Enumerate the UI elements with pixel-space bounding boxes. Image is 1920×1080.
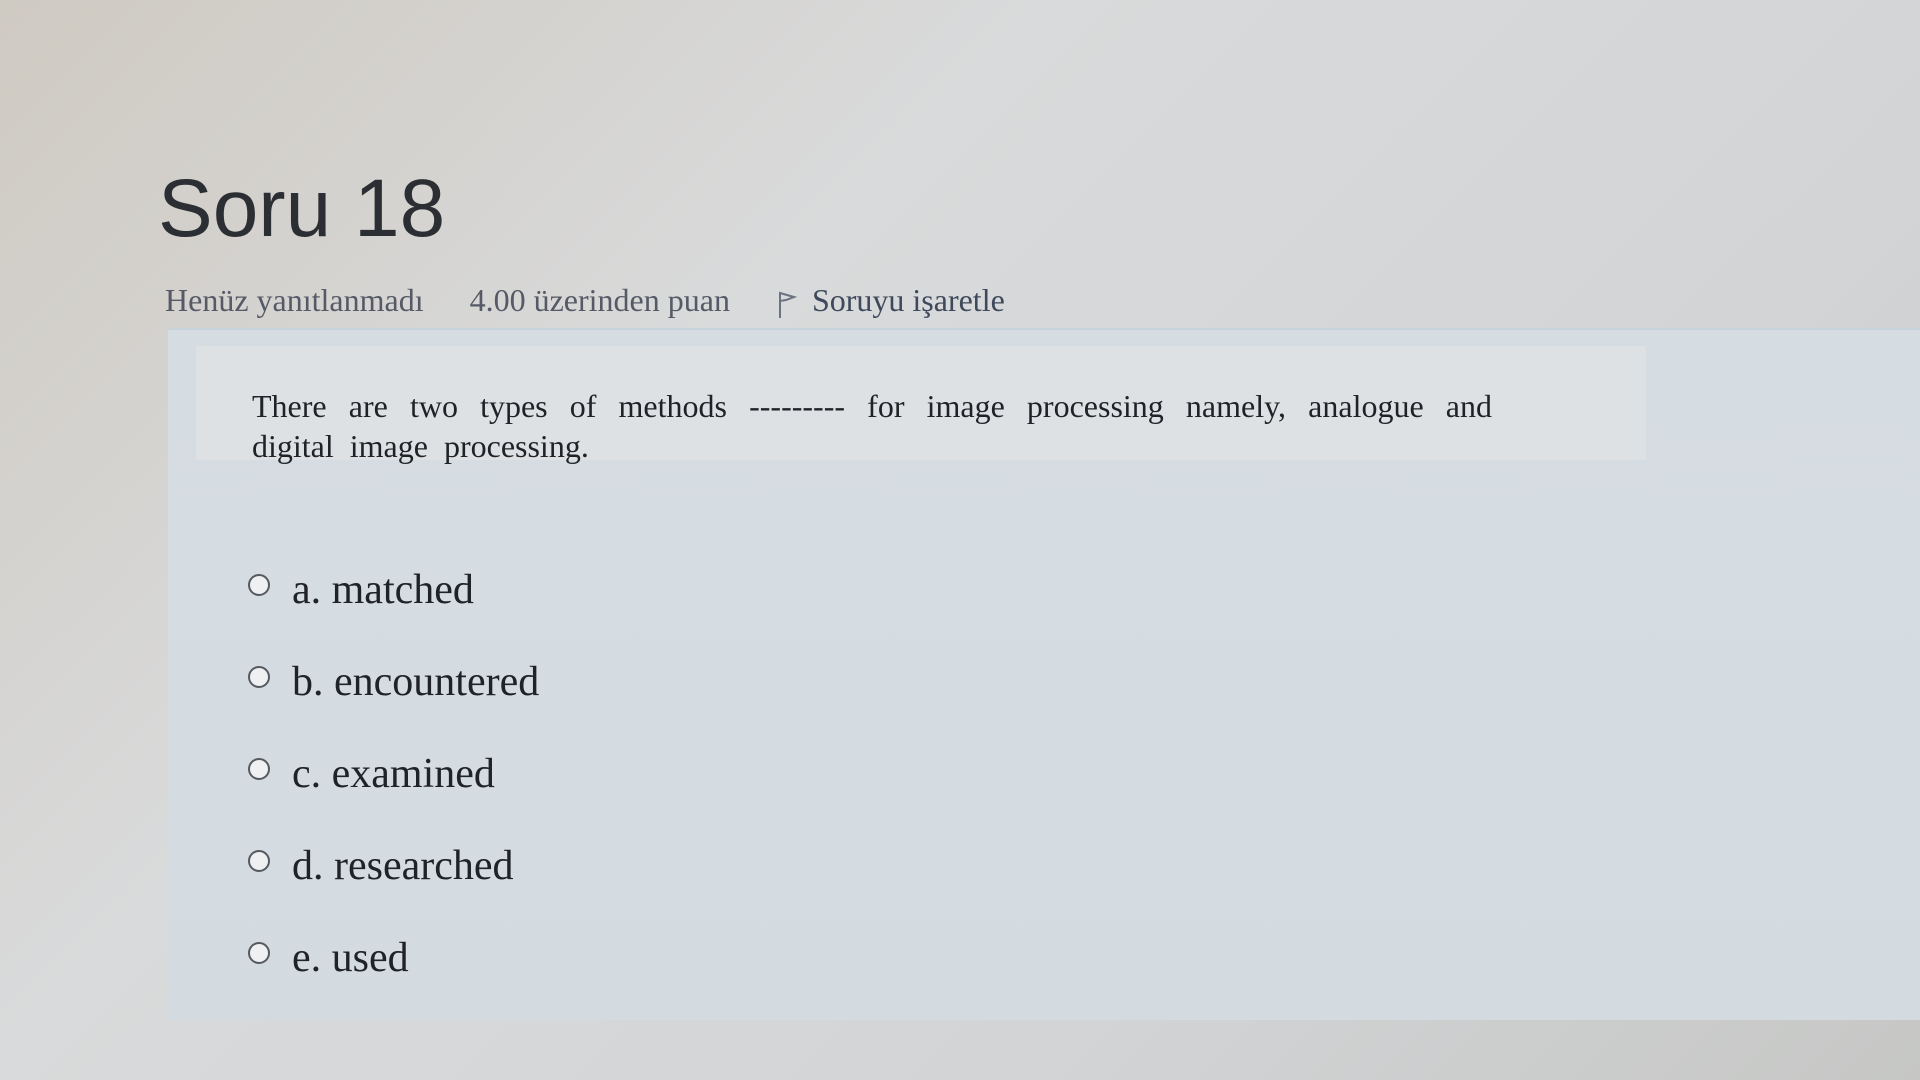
answer-option-d[interactable]: d. researched <box>248 820 539 912</box>
question-text-box: There are two types of methods ---------… <box>196 346 1646 464</box>
question-panel: There are two types of methods ---------… <box>168 328 1920 1020</box>
answer-option-b[interactable]: b. encountered <box>248 636 539 728</box>
answer-label[interactable]: a. matched <box>292 566 474 614</box>
answer-list: a. matched b. encountered c. examined d.… <box>248 544 539 1004</box>
answer-label[interactable]: b. encountered <box>292 658 539 706</box>
radio-button[interactable] <box>248 758 270 780</box>
radio-button[interactable] <box>248 850 270 872</box>
answer-option-c[interactable]: c. examined <box>248 728 539 820</box>
radio-button[interactable] <box>248 666 270 688</box>
flag-icon <box>776 289 798 319</box>
page-title: Soru 18 <box>158 163 446 254</box>
flag-question-label[interactable]: Soruyu işaretle <box>812 282 1005 319</box>
question-points: 4.00 üzerinden puan <box>469 282 730 318</box>
answer-label[interactable]: e. used <box>292 934 409 982</box>
answer-label[interactable]: c. examined <box>292 750 495 798</box>
question-status: Henüz yanıtlanmadı <box>165 282 424 318</box>
answer-option-e[interactable]: e. used <box>248 912 539 1004</box>
answer-label[interactable]: d. researched <box>292 842 514 890</box>
question-info-row: Henüz yanıtlanmadı 4.00 üzerinden puan S… <box>165 282 1005 319</box>
radio-button[interactable] <box>248 574 270 596</box>
answer-option-a[interactable]: a. matched <box>248 544 539 636</box>
radio-button[interactable] <box>248 942 270 964</box>
flag-question-link[interactable]: Soruyu işaretle <box>776 282 1005 319</box>
question-text: There are two types of methods ---------… <box>252 388 1492 464</box>
